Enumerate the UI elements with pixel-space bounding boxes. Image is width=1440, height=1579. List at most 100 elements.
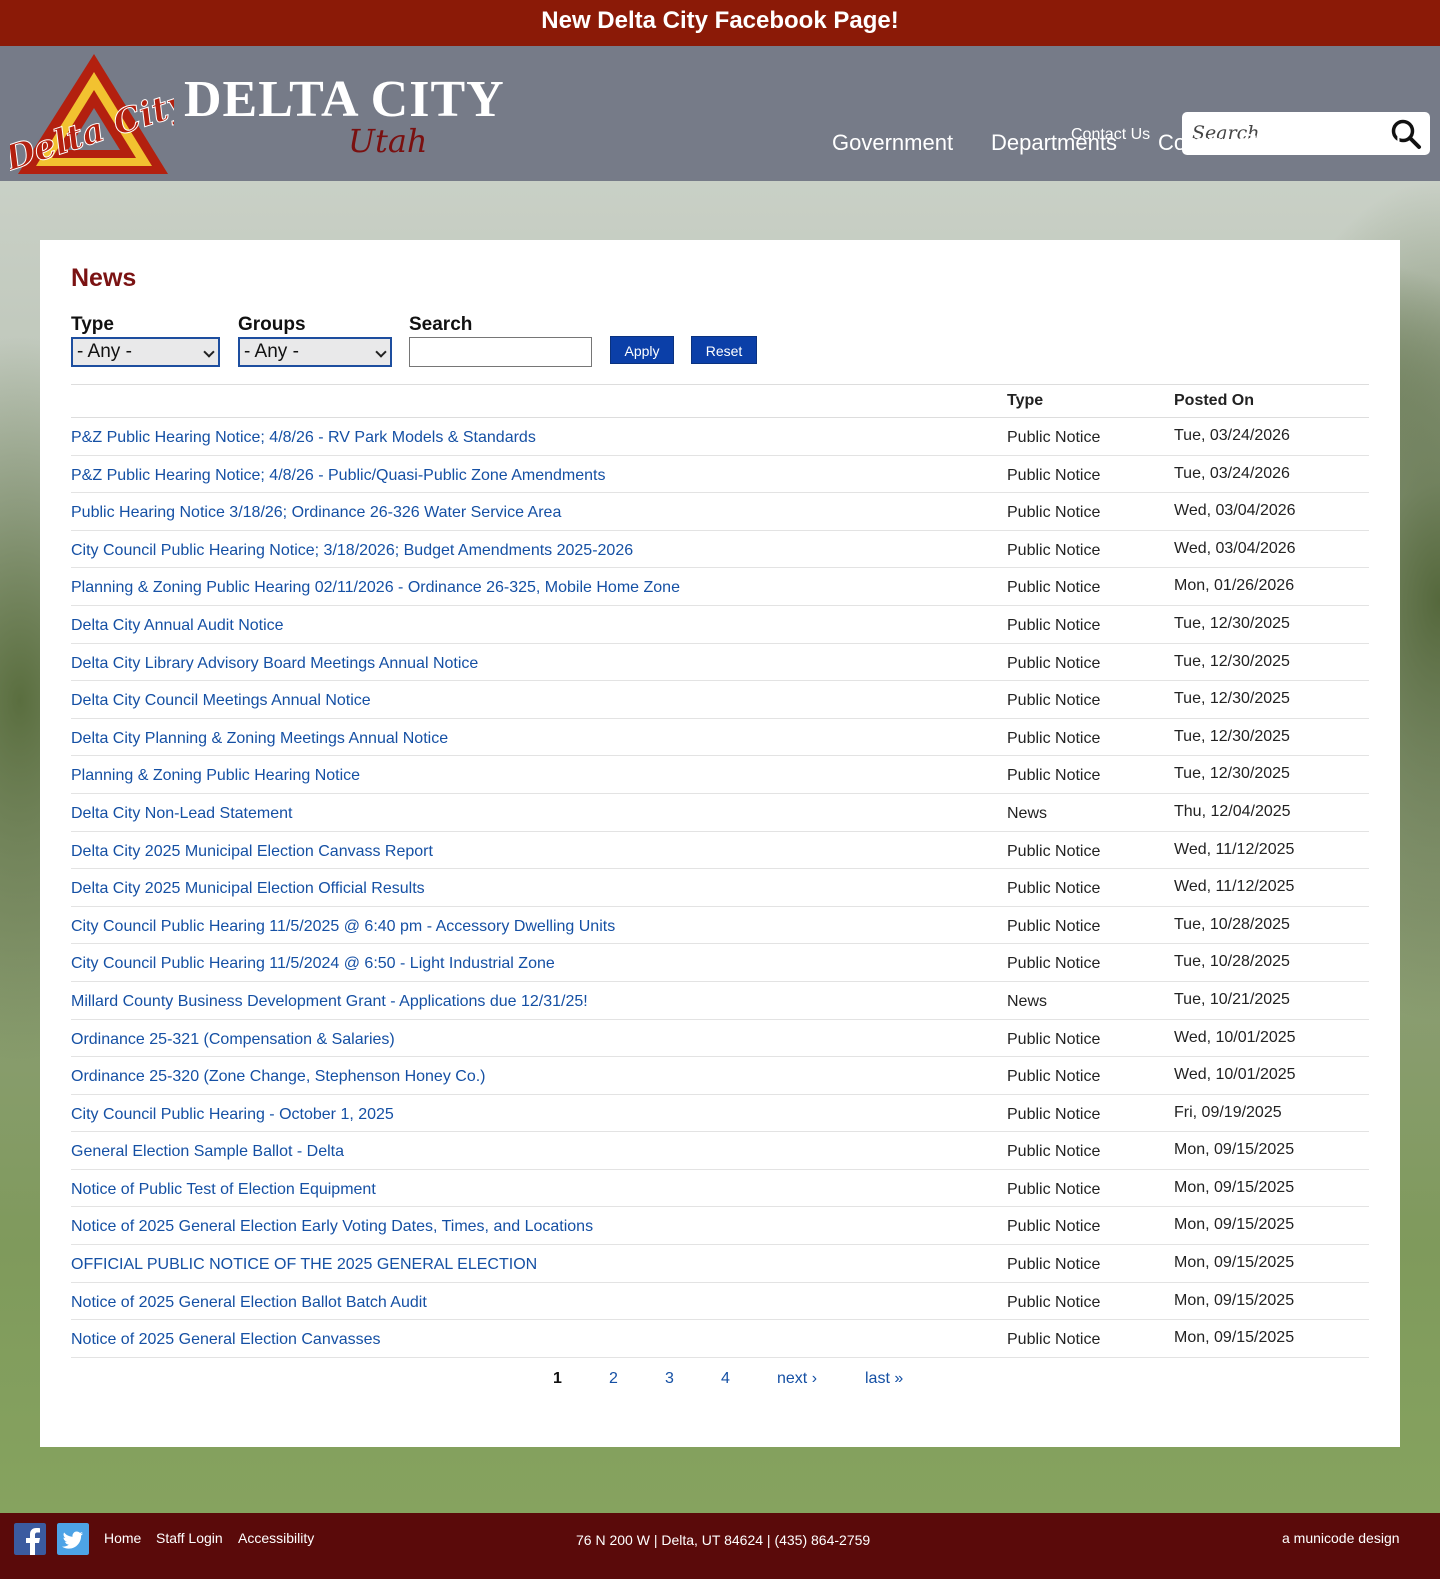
posted-date: Tue, 12/30/2025	[1174, 727, 1290, 745]
table-row: Ordinance 25-321 (Compensation & Salarie…	[71, 1020, 1369, 1058]
news-title-link[interactable]: Millard County Business Development Gran…	[71, 993, 588, 1011]
footer-staff-login-link[interactable]: Staff Login	[156, 1530, 223, 1546]
posted-date: Wed, 11/12/2025	[1174, 878, 1295, 896]
nav-community[interactable]: Community	[1158, 130, 1269, 156]
footer-accessibility-link[interactable]: Accessibility	[238, 1530, 314, 1546]
site-footer: Home Staff Login Accessibility 76 N 200 …	[0, 1513, 1440, 1579]
news-title-link[interactable]: General Election Sample Ballot - Delta	[71, 1143, 344, 1161]
chevron-down-icon	[375, 346, 387, 358]
news-title-link[interactable]: Delta City 2025 Municipal Election Canva…	[71, 843, 433, 861]
table-row: Ordinance 25-320 (Zone Change, Stephenso…	[71, 1057, 1369, 1095]
table-row: General Election Sample Ballot - Delta Pu…	[71, 1132, 1369, 1170]
news-type: News	[1007, 804, 1048, 822]
table-row: OFFICIAL PUBLIC NOTICE OF THE 2025 GENER…	[71, 1245, 1369, 1283]
news-type: Public Notice	[1007, 1256, 1101, 1274]
news-title-link[interactable]: OFFICIAL PUBLIC NOTICE OF THE 2025 GENER…	[71, 1256, 537, 1274]
news-type: Public Notice	[1007, 880, 1101, 898]
footer-credit[interactable]: a municode design	[1282, 1530, 1400, 1546]
nav-departments[interactable]: Departments	[991, 130, 1117, 156]
news-title-link[interactable]: Delta City Library Advisory Board Meetin…	[71, 655, 478, 673]
type-filter-select[interactable]: - Any -	[71, 337, 220, 367]
posted-date: Wed, 03/04/2026	[1174, 502, 1296, 520]
news-title-link[interactable]: Delta City Council Meetings Annual Notic…	[71, 692, 371, 710]
news-type: Public Notice	[1007, 1030, 1101, 1048]
news-type: News	[1007, 992, 1048, 1010]
news-title-link[interactable]: City Council Public Hearing 11/5/2024 @ …	[71, 955, 555, 973]
reset-button[interactable]: Reset	[691, 336, 757, 364]
news-title-link[interactable]: Delta City Non-Lead Statement	[71, 805, 292, 823]
news-title-link[interactable]: Ordinance 25-320 (Zone Change, Stephenso…	[71, 1068, 485, 1086]
table-row: Notice of 2025 General Election Ballot B…	[71, 1283, 1369, 1321]
nav-government[interactable]: Government	[832, 130, 953, 156]
news-title-link[interactable]: Notice of 2025 General Election Canvasse…	[71, 1331, 381, 1349]
posted-date: Mon, 01/26/2026	[1174, 577, 1295, 595]
news-type: Public Notice	[1007, 504, 1101, 522]
posted-date: Tue, 12/30/2025	[1174, 614, 1290, 632]
footer-home-link[interactable]: Home	[104, 1530, 141, 1546]
news-title-link[interactable]: City Council Public Hearing Notice; 3/18…	[71, 542, 633, 560]
table-row: Planning & Zoning Public Hearing Notice P…	[71, 756, 1369, 794]
news-title-link[interactable]: P&Z Public Hearing Notice; 4/8/26 - RV P…	[71, 429, 536, 447]
pager-page-3[interactable]: 3	[665, 1370, 674, 1387]
news-title-link[interactable]: City Council Public Hearing - October 1,…	[71, 1106, 394, 1124]
table-row: P&Z Public Hearing Notice; 4/8/26 - RV P…	[71, 418, 1369, 456]
table-body: P&Z Public Hearing Notice; 4/8/26 - RV P…	[71, 418, 1369, 1358]
pager-next[interactable]: next ›	[777, 1370, 817, 1387]
search-filter-label: Search	[409, 314, 473, 335]
news-type: Public Notice	[1007, 692, 1101, 710]
posted-column-header[interactable]: Posted On	[1174, 392, 1254, 410]
news-title-link[interactable]: Planning & Zoning Public Hearing Notice	[71, 767, 360, 785]
news-type: Public Notice	[1007, 1331, 1101, 1349]
news-title-link[interactable]: City Council Public Hearing 11/5/2025 @ …	[71, 918, 615, 936]
pager-page-2[interactable]: 2	[609, 1370, 618, 1387]
news-type: Public Notice	[1007, 729, 1101, 747]
footer-address: 76 N 200 W | Delta, UT 84624 | (435) 864…	[576, 1532, 871, 1548]
pager-page-4[interactable]: 4	[721, 1370, 730, 1387]
groups-filter-select[interactable]: - Any -	[238, 337, 392, 367]
type-filter-value: - Any -	[77, 341, 132, 362]
news-title-link[interactable]: Public Hearing Notice 3/18/26; Ordinance…	[71, 504, 561, 522]
posted-date: Fri, 09/19/2025	[1174, 1103, 1282, 1121]
news-type: Public Notice	[1007, 1068, 1101, 1086]
delta-city-logo-icon[interactable]: Delta City	[10, 50, 174, 180]
pager-current: 1	[553, 1370, 562, 1387]
news-title-link[interactable]: Delta City 2025 Municipal Election Offic…	[71, 880, 425, 898]
posted-date: Mon, 09/15/2025	[1174, 1216, 1295, 1234]
posted-date: Thu, 12/04/2025	[1174, 802, 1291, 820]
table-row: P&Z Public Hearing Notice; 4/8/26 - Publ…	[71, 456, 1369, 494]
table-row: Delta City Annual Audit Notice Public Not…	[71, 606, 1369, 644]
announcement-banner[interactable]: New Delta City Facebook Page!	[0, 0, 1440, 46]
table-row: Notice of Public Test of Election Equipm…	[71, 1170, 1369, 1208]
table-header: Type Posted On	[71, 384, 1369, 418]
twitter-icon[interactable]	[57, 1523, 89, 1555]
posted-date: Tue, 12/30/2025	[1174, 765, 1290, 783]
news-type: Public Notice	[1007, 579, 1101, 597]
table-row: Delta City Library Advisory Board Meetin…	[71, 644, 1369, 682]
posted-date: Wed, 03/04/2026	[1174, 539, 1296, 557]
pager-last[interactable]: last »	[865, 1370, 903, 1387]
news-title-link[interactable]: Delta City Planning & Zoning Meetings An…	[71, 730, 448, 748]
news-title-link[interactable]: Delta City Annual Audit Notice	[71, 617, 284, 635]
table-row: Millard County Business Development Gran…	[71, 982, 1369, 1020]
facebook-icon[interactable]	[14, 1523, 46, 1555]
news-title-link[interactable]: Notice of 2025 General Election Early Vo…	[71, 1218, 593, 1236]
groups-filter-value: - Any -	[244, 341, 299, 362]
news-type: Public Notice	[1007, 955, 1101, 973]
news-title-link[interactable]: Planning & Zoning Public Hearing 02/11/2…	[71, 579, 680, 597]
posted-date: Tue, 10/21/2025	[1174, 990, 1290, 1008]
news-title-link[interactable]: Ordinance 25-321 (Compensation & Salarie…	[71, 1031, 395, 1049]
table-row: City Council Public Hearing - October 1,…	[71, 1095, 1369, 1133]
banner-text[interactable]: New Delta City Facebook Page!	[541, 7, 898, 34]
posted-date: Mon, 09/15/2025	[1174, 1291, 1295, 1309]
table-row: Planning & Zoning Public Hearing 02/11/2…	[71, 568, 1369, 606]
news-title-link[interactable]: P&Z Public Hearing Notice; 4/8/26 - Publ…	[71, 467, 605, 485]
nav-how-do-i[interactable]: How Do I	[1311, 130, 1401, 156]
type-column-header[interactable]: Type	[1007, 392, 1043, 410]
search-filter-input[interactable]	[409, 337, 592, 367]
site-title[interactable]: DELTA CITY	[184, 70, 505, 129]
posted-date: Wed, 11/12/2025	[1174, 840, 1295, 858]
news-title-link[interactable]: Notice of 2025 General Election Ballot B…	[71, 1294, 427, 1312]
news-type: Public Notice	[1007, 616, 1101, 634]
apply-button[interactable]: Apply	[610, 336, 674, 364]
news-title-link[interactable]: Notice of Public Test of Election Equipm…	[71, 1181, 376, 1199]
